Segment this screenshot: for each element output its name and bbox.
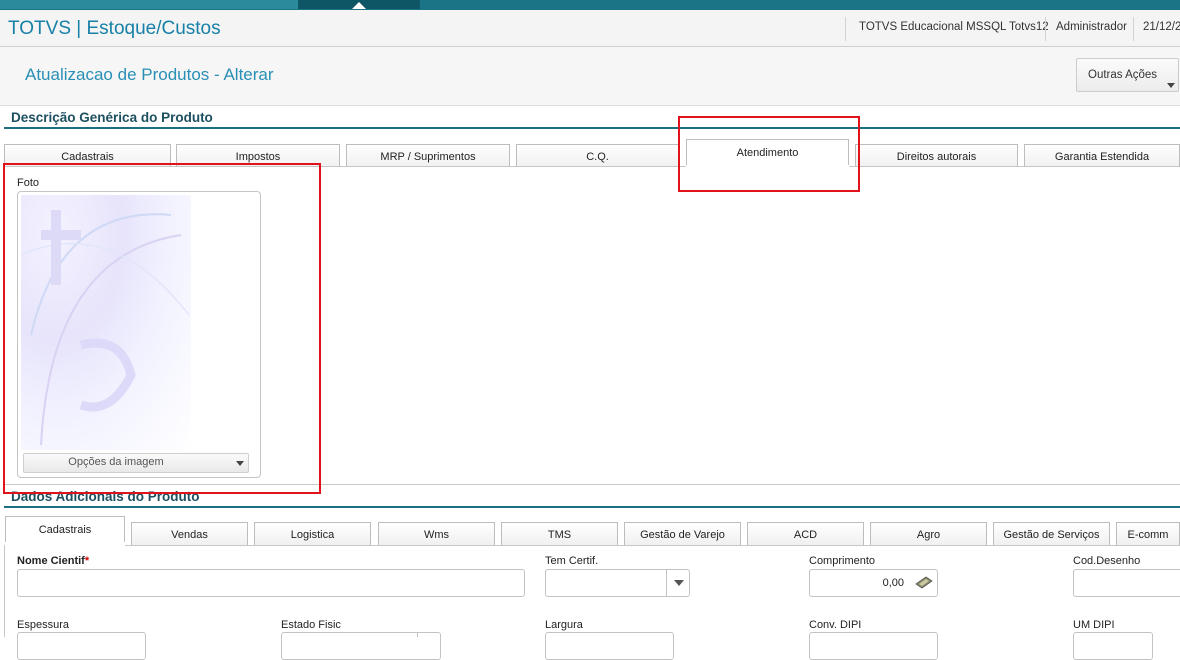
chevron-down-icon: [1167, 83, 1175, 88]
panel-left-border: [4, 545, 5, 637]
tem-certif-label: Tem Certif.: [545, 555, 599, 567]
conv-dipi-label: Conv. DIPI: [809, 619, 862, 631]
largura-input[interactable]: [545, 632, 674, 660]
tab-direitos-autorais[interactable]: Direitos autorais: [855, 144, 1018, 167]
tab-cq[interactable]: C.Q.: [516, 144, 679, 167]
tab-agro[interactable]: Agro: [870, 522, 987, 545]
um-dipi-label: UM DIPI: [1073, 619, 1115, 631]
highlight-foto-panel: [3, 163, 321, 494]
tab-acd[interactable]: ACD: [747, 522, 864, 545]
conv-dipi-input[interactable]: [809, 632, 938, 660]
select-divider: [417, 633, 418, 637]
tab-wms[interactable]: Wms: [378, 522, 495, 545]
tab-gestao-de-servicos[interactable]: Gestão de Serviços: [993, 522, 1110, 545]
comprimento-value: 0,00: [882, 577, 904, 589]
tab-mrp-suprimentos[interactable]: MRP / Suprimentos: [346, 144, 510, 167]
top-nav-tab[interactable]: [0, 0, 35, 9]
largura-label: Largura: [545, 619, 583, 631]
date-label: 21/12/2: [1143, 21, 1180, 33]
header-divider: [1133, 17, 1134, 41]
comprimento-label: Comprimento: [809, 555, 876, 567]
tab-vendas[interactable]: Vendas: [131, 522, 248, 545]
top-nav-tab[interactable]: [34, 0, 299, 9]
section-title-generic: Descrição Genérica do Produto: [11, 110, 213, 125]
calculator-icon[interactable]: [914, 574, 934, 593]
user-label: Administrador: [1056, 21, 1127, 33]
section-divider: [4, 127, 1180, 129]
tab-tms[interactable]: TMS: [501, 522, 618, 545]
um-dipi-input[interactable]: [1073, 632, 1153, 660]
espessura-label: Espessura: [17, 619, 69, 631]
section-divider: [4, 506, 1180, 508]
chevron-down-icon[interactable]: [674, 580, 684, 586]
highlight-atendimento-tab: [678, 116, 860, 192]
header-divider: [1045, 17, 1046, 41]
cod-desenho-label: Cod.Desenho: [1073, 555, 1141, 567]
app-title: TOTVS | Estoque/Custos: [8, 18, 221, 39]
caret-up-icon: [352, 2, 366, 9]
tab-e-comm[interactable]: E-comm: [1116, 522, 1180, 545]
tem-certif-select[interactable]: [545, 569, 690, 597]
page-title: Atualizacao de Produtos - Alterar: [25, 65, 274, 84]
tab-garantia-estendida[interactable]: Garantia Estendida: [1024, 144, 1180, 167]
outras-acoes-label: Outras Ações: [1088, 69, 1158, 81]
tab-logistica[interactable]: Logistica: [254, 522, 371, 545]
tab-baseline: [125, 545, 1180, 546]
tab-cadastrais-additional[interactable]: Cadastrais: [5, 516, 125, 542]
select-divider: [666, 570, 667, 596]
tab-gestao-de-varejo[interactable]: Gestão de Varejo: [624, 522, 741, 545]
nome-cientif-label: Nome Cientif*: [17, 555, 90, 567]
environment-label: TOTVS Educacional MSSQL Totvs12: [859, 21, 1049, 33]
tab-baseline: [849, 166, 1180, 167]
nome-cientif-input[interactable]: [17, 569, 525, 597]
cod-desenho-input[interactable]: [1073, 569, 1180, 597]
espessura-input[interactable]: [17, 632, 146, 660]
header-divider: [845, 17, 846, 41]
estado-fisic-label: Estado Fisic: [281, 619, 341, 631]
